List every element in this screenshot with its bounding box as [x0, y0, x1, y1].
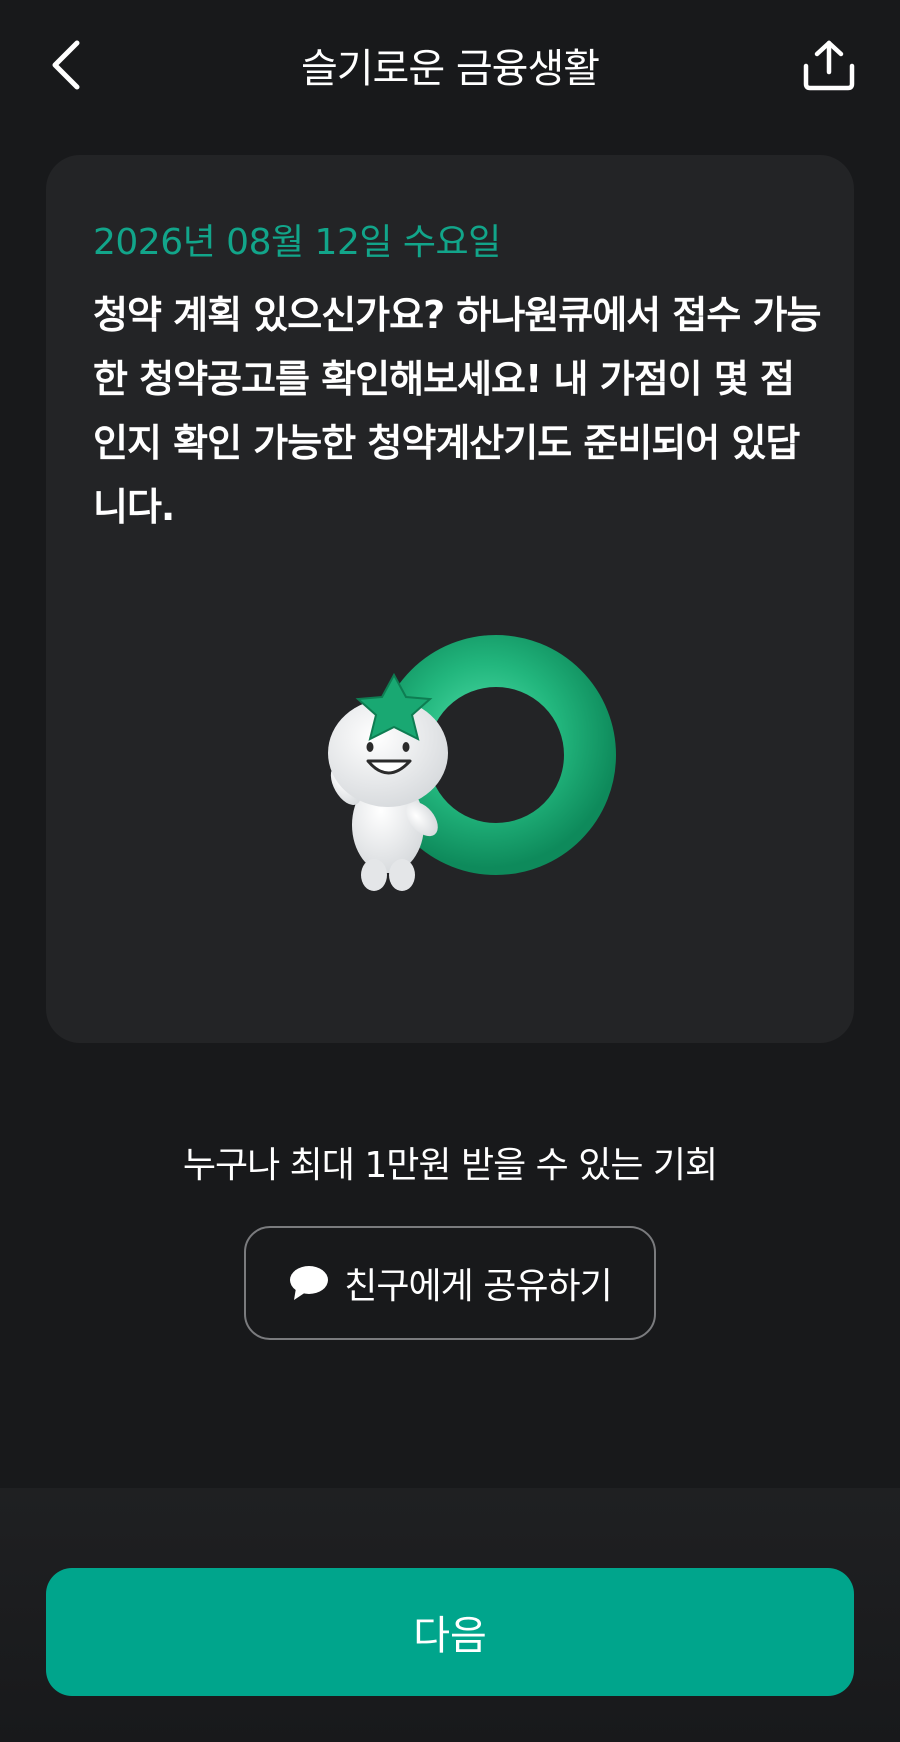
info-card: 2026년 08월 12일 수요일 청약 계획 있으신가요? 하나원큐에서 접수…	[46, 155, 854, 1043]
page-title: 슬기로운 금융생활	[300, 46, 600, 92]
share-upload-icon	[803, 40, 855, 91]
share-friend-label: 친구에게 공유하기	[344, 1266, 612, 1307]
header: 슬기로운 금융생활	[0, 0, 900, 130]
next-button[interactable]: 다음	[46, 1568, 854, 1696]
screen: 슬기로운 금융생활 2026년 08월 12일 수요일 청약 계획 있으신가요?…	[0, 0, 900, 1742]
next-button-label: 다음	[413, 1613, 487, 1659]
card-message: 청약 계획 있으신가요? 하나원큐에서 접수 가능한 청약공고를 확인해보세요!…	[93, 293, 821, 529]
mascot-illustration	[328, 635, 616, 891]
speech-bubble-icon	[290, 1266, 329, 1300]
share-button[interactable]	[798, 34, 860, 96]
offer-text: 누구나 최대 1만원 받을 수 있는 기회	[182, 1145, 718, 1186]
card-date: 2026년 08월 12일 수요일	[93, 222, 501, 263]
share-friend-button[interactable]: 친구에게 공유하기	[244, 1226, 656, 1340]
